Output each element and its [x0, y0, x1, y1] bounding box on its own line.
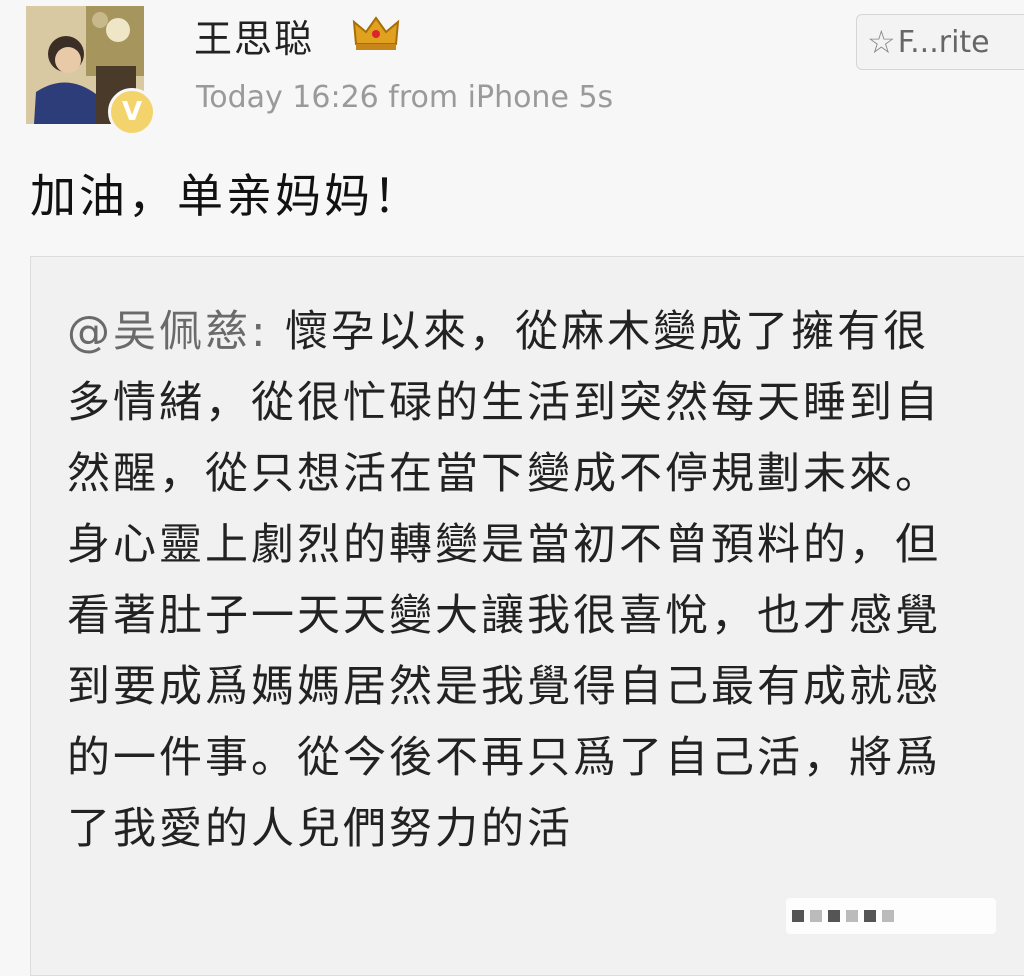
post-text: 加油，单亲妈妈！	[30, 169, 422, 223]
star-icon: ☆	[867, 23, 896, 61]
watermark-mark	[828, 910, 840, 922]
crown-icon	[352, 16, 400, 50]
watermark-mark	[864, 910, 876, 922]
verified-badge-icon: V	[108, 88, 156, 136]
post-meta: Today 16:26 from iPhone 5s	[196, 80, 614, 115]
favorite-label: F...rite	[897, 24, 990, 60]
watermark-mark	[792, 910, 804, 922]
repost-mention[interactable]: @吴佩慈:	[67, 307, 269, 357]
repost-card[interactable]: @吴佩慈: 懷孕以來，從麻木變成了擁有很多情緒，從很忙碌的生活到突然每天睡到自然…	[30, 256, 1024, 976]
favorite-button[interactable]: ☆ F...rite	[856, 14, 1024, 70]
watermark-mark	[882, 910, 894, 922]
username[interactable]: 王思聪	[194, 8, 314, 63]
verified-badge-symbol: V	[121, 97, 143, 127]
watermark-mark	[846, 910, 858, 922]
repost-text: 懷孕以來，從麻木變成了擁有很多情緒，從很忙碌的生活到突然每天睡到自然醒，從只想活…	[67, 307, 941, 854]
watermark	[786, 898, 996, 934]
repost-body: @吴佩慈: 懷孕以來，從麻木變成了擁有很多情緒，從很忙碌的生活到突然每天睡到自然…	[67, 297, 967, 865]
watermark-mark	[810, 910, 822, 922]
